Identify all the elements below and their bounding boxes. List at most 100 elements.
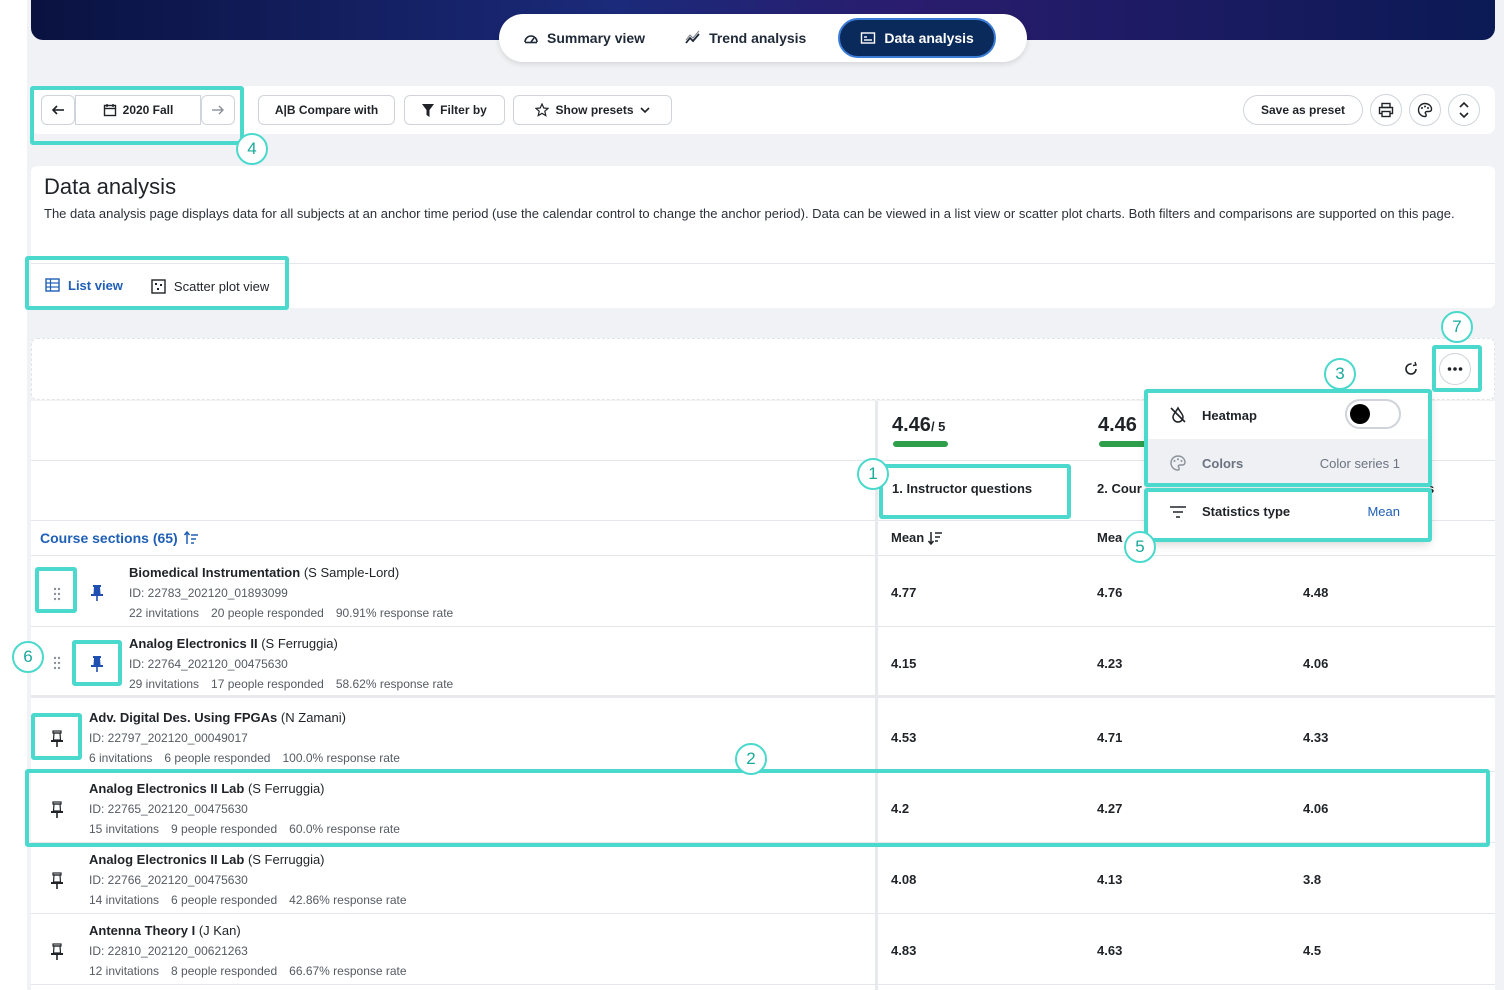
row-title: Antenna Theory I (J Kan) [89, 923, 241, 938]
instructor: (N Zamani) [280, 710, 346, 725]
responded: 6 people responded [171, 893, 278, 907]
refresh-settings-icon [1405, 361, 1417, 375]
cell-value: 4.15 [891, 656, 917, 671]
theme-button[interactable] [1409, 94, 1441, 126]
table-row[interactable]: Analog Electronics II (S Ferruggia) ID: … [31, 627, 1495, 698]
highlight-column-title [879, 464, 1071, 519]
tab-summary-view[interactable]: Summary view [503, 18, 665, 58]
course-name: Analog Electronics II [129, 636, 258, 651]
cell-value: 4.77 [891, 585, 917, 600]
refresh-button[interactable] [1395, 353, 1427, 385]
row-id: ID: 22764_202120_00475630 [129, 657, 288, 671]
response-rate: 66.67% response rate [289, 964, 407, 978]
table-row[interactable]: Analog Electronics II Lab (S Ferruggia) … [31, 843, 1495, 914]
cell-value: 4.08 [891, 872, 917, 887]
presets-label: Show presets [555, 103, 634, 117]
unpinned-icon[interactable] [50, 943, 64, 961]
annotation-badge: 3 [1324, 358, 1356, 390]
score-bar [1099, 441, 1149, 447]
cell-value: 4.76 [1097, 585, 1123, 600]
instructor: (S Sample-Lord) [303, 565, 400, 580]
highlight-statistics-type [1144, 488, 1432, 542]
save-preset-label: Save as preset [1260, 103, 1346, 117]
filter-button[interactable]: Filter by [404, 95, 505, 125]
score-bar [893, 441, 948, 447]
row-stats: 6 invitations 6 people responded 100.0% re… [89, 751, 400, 765]
stat-label: Mean [891, 530, 925, 545]
instructor: (J Kan) [198, 923, 241, 938]
score-value: 4.46 [892, 414, 931, 436]
pinned-icon[interactable] [90, 584, 104, 602]
invitations: 14 invitations [89, 893, 160, 907]
mean-sort[interactable]: Mea [1097, 530, 1122, 545]
cell-value: 4.63 [1097, 943, 1123, 958]
invitations: 12 invitations [89, 964, 160, 978]
invitations: 29 invitations [129, 677, 200, 691]
stat-label: Mea [1097, 530, 1123, 545]
view-mode-tabs: Summary view Trend analysis Data analysi… [499, 14, 1027, 62]
table-row[interactable]: Biomedical Instrumentation (S Sample-Lor… [31, 556, 1495, 627]
chevron-down-icon [639, 107, 650, 114]
course-name: Antenna Theory I [89, 923, 196, 938]
cell-value: 4.06 [1303, 656, 1329, 671]
highlight-view-tabs [25, 256, 289, 310]
compare-label: A|B Compare with [274, 103, 379, 117]
page-title: Data analysis [44, 174, 177, 199]
annotation-badge: 7 [1441, 311, 1473, 343]
highlight-row [25, 769, 1490, 847]
tab-label: Trend analysis [709, 30, 807, 46]
compare-button[interactable]: A|B Compare with [258, 95, 395, 125]
row-title: Biomedical Instrumentation (S Sample-Lor… [129, 565, 399, 580]
row-title: Adv. Digital Des. Using FPGAs (N Zamani) [89, 710, 346, 725]
responded: 6 people responded [164, 751, 271, 765]
course-name: Biomedical Instrumentation [129, 565, 301, 580]
row-stats: 14 invitations 6 people responded 42.86% r… [89, 893, 407, 907]
show-presets-button[interactable]: Show presets [513, 95, 672, 125]
table-row[interactable]: Antenna Theory I (J Kan) ID: 22810_20212… [31, 914, 1495, 985]
save-preset-button[interactable]: Save as preset [1243, 95, 1363, 125]
trend-icon [685, 30, 700, 44]
highlight-period-picker [30, 86, 244, 145]
tab-data-analysis[interactable]: Data analysis [838, 18, 996, 58]
sort-icon [928, 531, 943, 545]
mean-sort[interactable]: Mean [891, 530, 943, 545]
data-table-icon [861, 32, 876, 44]
column-score: 4.46/ 5 [892, 414, 945, 437]
course-sections-sort[interactable]: Course sections (65) [40, 530, 199, 546]
row-stats: 29 invitations 17 people responded 58.62% … [129, 677, 453, 691]
annotation-badge: 5 [1124, 531, 1156, 563]
annotation-badge: 6 [12, 641, 44, 673]
row-stats: 12 invitations 8 people responded 66.67% r… [89, 964, 407, 978]
highlight-pin [72, 640, 122, 686]
print-button[interactable] [1370, 94, 1402, 126]
cell-value: 4.71 [1097, 730, 1123, 745]
filter-label: Filter by [440, 103, 487, 117]
cell-value: 3.8 [1303, 872, 1322, 887]
course-name: Adv. Digital Des. Using FPGAs [89, 710, 278, 725]
highlight-heatmap-colors [1144, 389, 1432, 487]
responded: 17 people responded [211, 677, 324, 691]
unpinned-icon[interactable] [50, 872, 64, 890]
tab-trend-analysis[interactable]: Trend analysis [665, 18, 826, 58]
page-description: The data analysis page displays data for… [44, 206, 1455, 221]
row-id: ID: 22783_202120_01893099 [129, 586, 288, 600]
cell-value: 4.13 [1097, 872, 1123, 887]
filter-icon [422, 103, 435, 117]
annotation-badge: 1 [857, 458, 889, 490]
highlight-drag-handle [35, 567, 77, 613]
cell-value: 4.33 [1303, 730, 1329, 745]
row-stats: 22 invitations 20 people responded 90.91% … [129, 606, 453, 620]
response-rate: 58.62% response rate [335, 677, 454, 691]
instructor: (S Ferruggia) [261, 636, 338, 651]
response-rate: 42.86% response rate [289, 893, 407, 907]
column-score: 4.46 [1098, 414, 1137, 437]
row-title: Analog Electronics II (S Ferruggia) [129, 636, 338, 651]
tab-label: Summary view [547, 30, 646, 46]
row-id: ID: 22797_202120_00049017 [89, 731, 248, 745]
drag-handle-icon[interactable] [52, 655, 62, 671]
annotation-badge: 2 [735, 743, 767, 775]
sort-icon [183, 531, 198, 544]
expand-button[interactable] [1448, 94, 1480, 126]
highlight-unpin [31, 713, 82, 760]
column-title[interactable]: 2. Cour [1097, 481, 1142, 496]
